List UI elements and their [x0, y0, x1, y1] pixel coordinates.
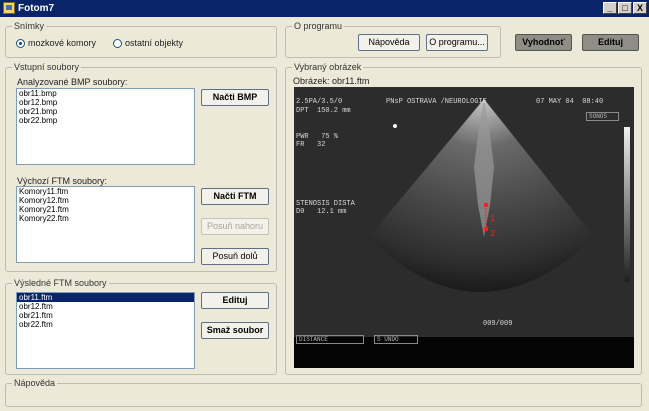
list-item[interactable]: obr22.bmp — [17, 116, 194, 125]
us-stenosis: STENOSIS DISTA — [296, 200, 355, 208]
vstupni-legend: Vstupní soubory — [12, 62, 82, 73]
us-line1: 2.5PA/3.5/0 — [296, 98, 343, 106]
edit-result-button[interactable]: Edituj — [201, 292, 269, 309]
about-button[interactable]: O programu... — [426, 34, 488, 51]
list-item[interactable]: obr12.bmp — [17, 98, 194, 107]
marker-2-point[interactable] — [484, 227, 488, 231]
bmp-listbox[interactable]: obr11.bmp obr12.bmp obr21.bmp obr22.bmp — [16, 88, 195, 165]
us-marker-1: 1 — [490, 214, 496, 224]
list-item[interactable]: Komory22.ftm — [17, 214, 194, 223]
oprogramu-legend: O programu — [292, 21, 345, 32]
app-icon — [3, 2, 15, 14]
us-marker-2: 2 — [490, 229, 496, 239]
us-date: 07 MAY 04 08:40 — [536, 98, 604, 106]
window-title: Fotom7 — [18, 3, 55, 14]
list-item[interactable]: obr22.ftm — [17, 320, 194, 329]
title-bar[interactable] — [0, 0, 649, 17]
evaluate-button[interactable]: Vyhodnoť — [515, 34, 572, 51]
move-down-button[interactable]: Posuň dolů — [201, 248, 269, 265]
us-line3: PWR 75 % — [296, 133, 339, 141]
help-button[interactable]: Nápověda — [358, 34, 420, 51]
us-box-distance: DISTANCE — [296, 335, 364, 344]
grayscale-bar — [624, 127, 630, 282]
radio-ostatni-objekty[interactable] — [113, 39, 122, 48]
list-item[interactable]: obr21.bmp — [17, 107, 194, 116]
focus-dot — [393, 124, 397, 128]
result-ftm-listbox[interactable]: obr11.ftm obr12.ftm obr21.ftm obr22.ftm — [16, 292, 195, 369]
image-caption: Obrázek: obr11.ftm — [293, 76, 370, 86]
napoveda-legend: Nápověda — [12, 378, 58, 389]
vysledne-legend: Výsledné FTM soubory — [12, 278, 109, 289]
radio-ostatni-objekty-label[interactable]: ostatní objekty — [125, 38, 183, 48]
move-up-button[interactable]: Posuň nahoru — [201, 218, 269, 235]
list-item[interactable]: obr21.ftm — [17, 311, 194, 320]
minimize-button[interactable]: _ — [603, 2, 617, 14]
list-item[interactable]: Komory12.ftm — [17, 196, 194, 205]
us-d0: D0 12.1 mm — [296, 208, 347, 216]
delete-file-button[interactable]: Smaž soubor — [201, 322, 269, 339]
ftm-label: Výchozí FTM soubory: — [17, 176, 108, 186]
obrazek-legend: Vybraný obrázek — [292, 62, 364, 73]
load-bmp-button[interactable]: Načti BMP — [201, 89, 269, 106]
radio-mozkove-komory-label[interactable]: mozkové komory — [28, 38, 96, 48]
load-ftm-button[interactable]: Načti FTM — [201, 188, 269, 205]
list-item[interactable]: obr11.bmp — [17, 89, 194, 98]
list-item[interactable]: obr12.ftm — [17, 302, 194, 311]
napoveda-group: Nápověda — [5, 378, 642, 407]
ultrasound-scan — [294, 87, 634, 368]
radio-mozkove-komory[interactable] — [16, 39, 25, 48]
ultrasound-image[interactable]: 2.5PA/3.5/0 DPT 150.2 mm PNsP OSTRAVA /N… — [294, 87, 634, 368]
snimky-legend: Snímky — [12, 21, 47, 32]
us-line4: FR 32 — [296, 141, 326, 149]
us-counter: 009/009 — [483, 320, 513, 328]
maximize-button[interactable]: □ — [618, 2, 632, 14]
us-box-sonos: SONOS — [586, 112, 619, 121]
list-item[interactable]: Komory21.ftm — [17, 205, 194, 214]
edit-top-button[interactable]: Edituj — [582, 34, 639, 51]
bmp-label: Analyzované BMP soubory: — [17, 77, 128, 87]
marker-1-point[interactable] — [484, 203, 488, 207]
us-line2: DPT 150.2 mm — [296, 107, 351, 115]
us-box-undo: S UNDO — [374, 335, 418, 344]
ftm-listbox[interactable]: Komory11.ftm Komory12.ftm Komory21.ftm K… — [16, 186, 195, 263]
close-button[interactable]: X — [633, 2, 647, 14]
us-header: PNsP OSTRAVA /NEUROLOGIE — [386, 98, 487, 106]
list-item-selected[interactable]: obr11.ftm — [17, 293, 194, 302]
list-item[interactable]: Komory11.ftm — [17, 187, 194, 196]
